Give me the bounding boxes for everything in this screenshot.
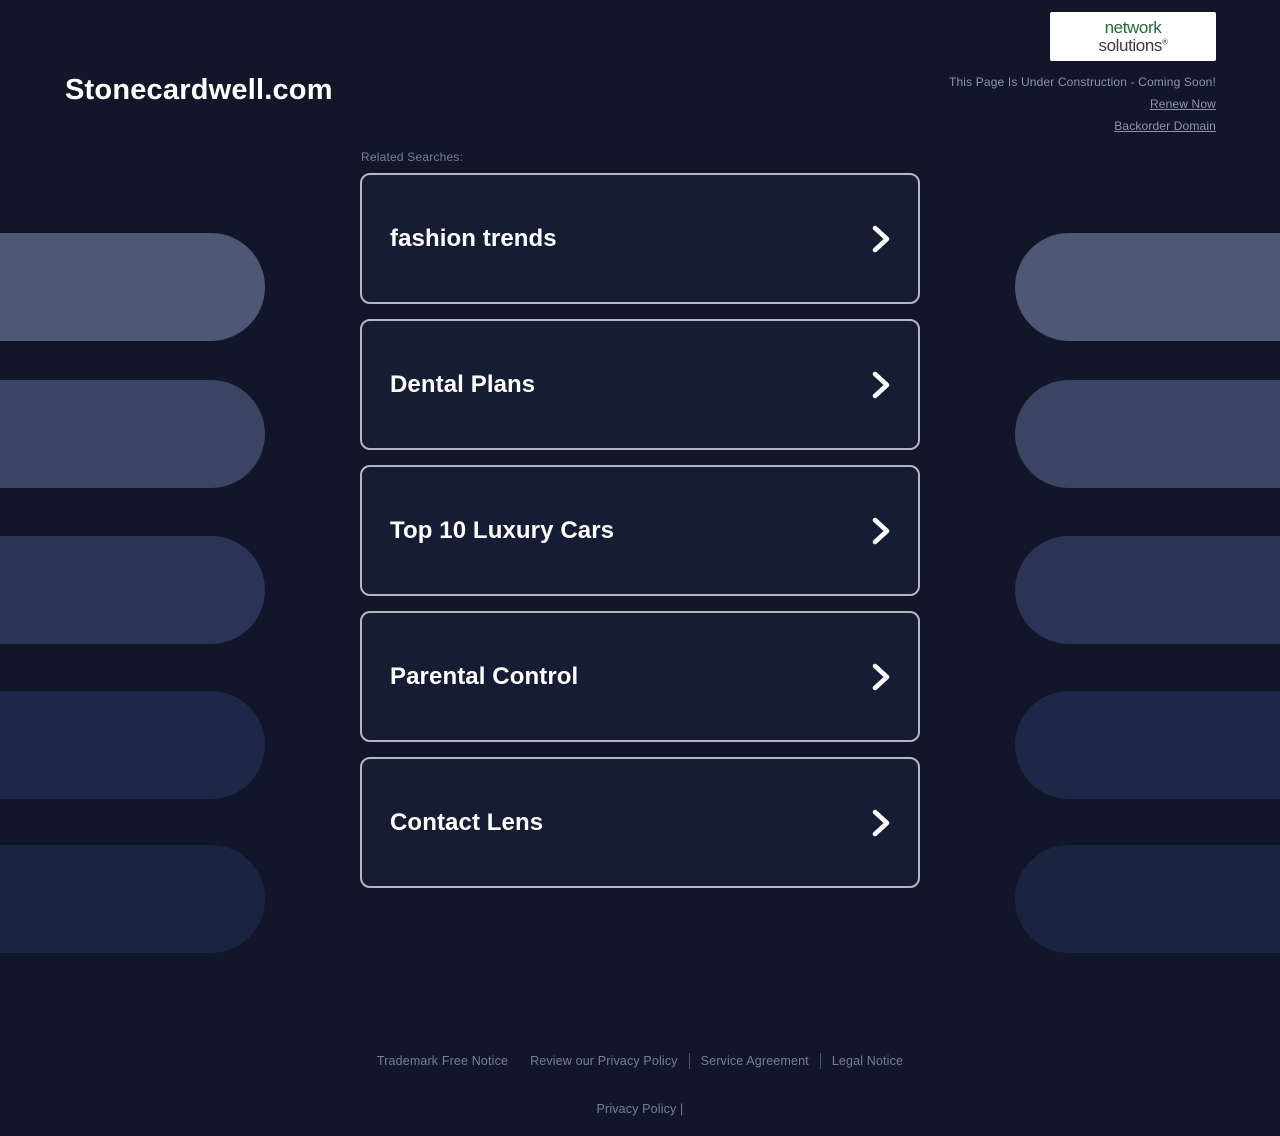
footer-link-legal-notice[interactable]: Legal Notice xyxy=(821,1054,914,1068)
search-card[interactable]: Contact Lens xyxy=(360,757,920,888)
search-card[interactable]: Dental Plans xyxy=(360,319,920,450)
page-header: Stonecardwell.com network solutions® Thi… xyxy=(0,0,1280,150)
chevron-right-icon xyxy=(872,809,890,836)
related-searches-label: Related Searches: xyxy=(361,150,464,164)
registered-trademark-icon: ® xyxy=(1162,37,1168,47)
header-right-block: network solutions® This Page Is Under Co… xyxy=(949,12,1216,133)
search-card-title: Contact Lens xyxy=(390,808,544,836)
logo-text-network: network xyxy=(1104,18,1162,37)
page-footer: Trademark Free Notice Review our Privacy… xyxy=(0,1053,1280,1136)
chevron-right-icon xyxy=(872,517,890,544)
footer-links: Trademark Free Notice Review our Privacy… xyxy=(0,1053,1280,1069)
renew-now-link[interactable]: Renew Now xyxy=(949,97,1216,111)
search-card[interactable]: Top 10 Luxury Cars xyxy=(360,465,920,596)
search-card[interactable]: Parental Control xyxy=(360,611,920,742)
chevron-right-icon xyxy=(872,371,890,398)
construction-notice: This Page Is Under Construction - Coming… xyxy=(948,75,1216,89)
search-card-title: Parental Control xyxy=(390,662,579,690)
chevron-right-icon xyxy=(872,225,890,252)
related-searches-section: Related Searches: fashion trends Dental … xyxy=(360,150,920,888)
page-title: Stonecardwell.com xyxy=(65,74,333,106)
chevron-right-icon xyxy=(872,663,890,690)
network-solutions-logo: network solutions® xyxy=(1050,12,1216,61)
footer-link-service-agreement[interactable]: Service Agreement xyxy=(690,1054,820,1068)
backorder-domain-link[interactable]: Backorder Domain xyxy=(949,119,1216,133)
logo-text-solutions: solutions® xyxy=(1099,37,1168,54)
logo-text-solutions-word: solutions xyxy=(1098,36,1163,55)
footer-link-review-privacy-policy[interactable]: Review our Privacy Policy xyxy=(519,1054,689,1068)
footer-link-trademark-free-notice[interactable]: Trademark Free Notice xyxy=(366,1054,519,1068)
parked-domain-page: Stonecardwell.com network solutions® Thi… xyxy=(0,0,1280,1136)
footer-link-privacy-policy[interactable]: Privacy Policy | xyxy=(597,1102,684,1116)
search-card-title: fashion trends xyxy=(390,224,557,252)
search-card[interactable]: fashion trends xyxy=(360,173,920,304)
search-card-title: Dental Plans xyxy=(390,370,536,398)
footer-bottom-row: Privacy Policy | xyxy=(0,1102,1280,1116)
search-card-title: Top 10 Luxury Cars xyxy=(390,516,615,544)
